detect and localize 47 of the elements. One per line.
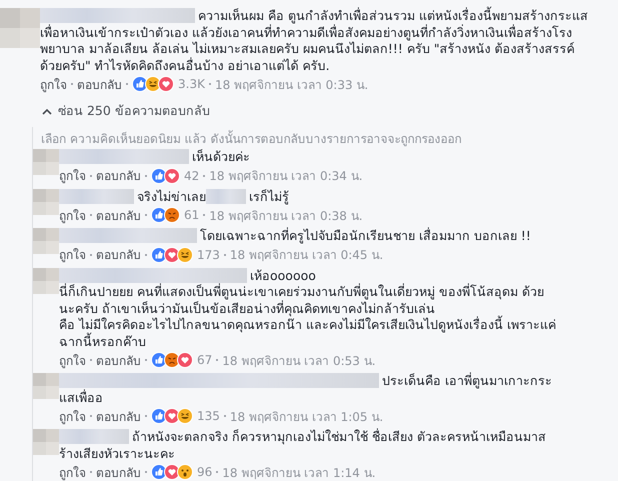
reaction-count: 67	[197, 353, 212, 367]
timestamp: 18 พฤศจิกายน เวลา 0:45 น.	[230, 247, 384, 264]
reaction-count: 96	[197, 465, 212, 479]
reaction-count: 61	[184, 208, 200, 222]
reply-link[interactable]: ตอบกลับ	[96, 406, 141, 426]
like-link[interactable]: ถูกใจ	[59, 406, 86, 426]
comment-text: เห็นด้วยค่ะ	[59, 149, 579, 166]
like-link[interactable]: ถูกใจ	[59, 462, 86, 481]
timestamp: 18 พฤศจิกายน เวลา 1:05 น.	[230, 408, 384, 426]
reaction-count: 135	[197, 409, 220, 423]
reply-link[interactable]: ตอบกลับ	[96, 166, 141, 185]
reply-link[interactable]: ตอบกลับ	[77, 74, 122, 94]
timestamp: 18 พฤศจิกายน เวลา 0:53 น.	[222, 352, 376, 370]
redacted-name	[206, 188, 246, 204]
reply-link[interactable]: ตอบกลับ	[96, 462, 141, 481]
angry-reaction-icon	[164, 207, 180, 223]
like-link[interactable]: ถูกใจ	[59, 350, 86, 370]
hide-replies-link[interactable]: ซ่อน 250 ข้อความตอบกลับ	[42, 101, 618, 121]
comment-text: เห้อoooooo นี่ก็เกินปายยย คนที่แสดงเป็นพี่ตูนน่ะเขาเคยร่วมงานกับพี่ตูนในเดี่ยวหมู่ ของพี่โน้สอุดม ด้วยนะครับ ถ้าเขาเห็นว่ามันเป็นข้อเสียอน่างที่คุณคิดทเขาคงไม่กล้ารับเล่น คือ ไม่มีใครคิดอะไรไปไกลขนาดคุณหรอกน๊า และคงไม่มีใครเสียเงินไปดูหนังเรื่องนี้ เพราะแค่ฉากนี้หรอกค๊าบ	[59, 268, 557, 350]
love-reaction-icon	[164, 168, 180, 184]
timestamp: 18 พฤศจิกายน เวลา 0:38 น.	[209, 208, 363, 224]
timestamp: 18 พฤศจิกายน เวลา 0:34 น.	[209, 168, 363, 185]
redacted-name	[59, 429, 129, 444]
like-link[interactable]: ถูกใจ	[59, 245, 86, 264]
comment-text: ประเด็นคือ เอาพี่ตูนมาเกาะกระแสเพื่ออ	[59, 373, 553, 406]
reply-link[interactable]: ตอบกลับ	[96, 206, 141, 224]
comment-text: ความเห็นผม คือ ตูนกำลังทำเพื่อส่วนรวม แต่หนังเรื่องนี้พยามสร้างกระแสเพื่อหาเงินเข้ากระเป๋าตัวเอง แล้วยังเอาคนที่ทำความดีเพื่อสังคมอย่างตูนที่กำลังวิ่งหาเงินเพื่อสร้างโรงพยาบาล มาล้อเลียน ล้อเล่น ไม่เหมาะสมเลยครับ ผมคนนึงไม่ตลก!!! ครับ "สร้างหนัง ต้องสร้างสรรค์ด้วยครับ" ทำไรหัดคิดถึงคนอื่นบ้าง อย่าเอาแต่ได้ ครับ.	[40, 8, 589, 74]
comment-text: ถ้าหนังจะตลกจริง ก็ควรหามุกเองไม่ใช่มาใช้ ชื่อเสียง ตัวละครหน้าเหมือนมาสร้างเสียงหัวเราะนะคะ	[59, 429, 547, 462]
haha-reaction-icon	[177, 408, 193, 424]
chevron-up-icon	[42, 108, 52, 114]
like-link[interactable]: ถูกใจ	[59, 206, 86, 224]
reply-link[interactable]: ตอบกลับ	[96, 245, 141, 264]
blurred-avatar	[0, 8, 40, 48]
comment-text: โดยเฉพาะฉากที่ครูไปจับมือนักเรียนชาย เสื่อมมาก บอกเลย !!	[59, 228, 579, 244]
love-reaction-icon	[158, 76, 174, 92]
reply-link[interactable]: ตอบกลับ	[96, 350, 141, 370]
timestamp: 18 พฤศจิกายน เวลา 0:33 น.	[214, 76, 368, 94]
love-reaction-icon	[177, 352, 193, 368]
reaction-count: 42	[184, 168, 200, 182]
like-link[interactable]: ถูกใจ	[59, 166, 86, 185]
like-link[interactable]: ถูกใจ	[40, 74, 67, 94]
reaction-count: 3.3K	[178, 77, 205, 91]
comment-text: จริงไม่ข่าเลย เรก็ไม่รู้	[59, 188, 579, 205]
timestamp: 18 พฤศจิกายน เวลา 1:14 น.	[222, 464, 376, 481]
reaction-count: 173	[197, 248, 220, 262]
haha-reaction-icon	[177, 246, 193, 262]
filter-notice: เลือก ความคิดเห็นยอดนิยม แล้ว ดังนั้นการตอบกลับบางรายการอาจจะถูกกรองออก	[40, 129, 462, 148]
